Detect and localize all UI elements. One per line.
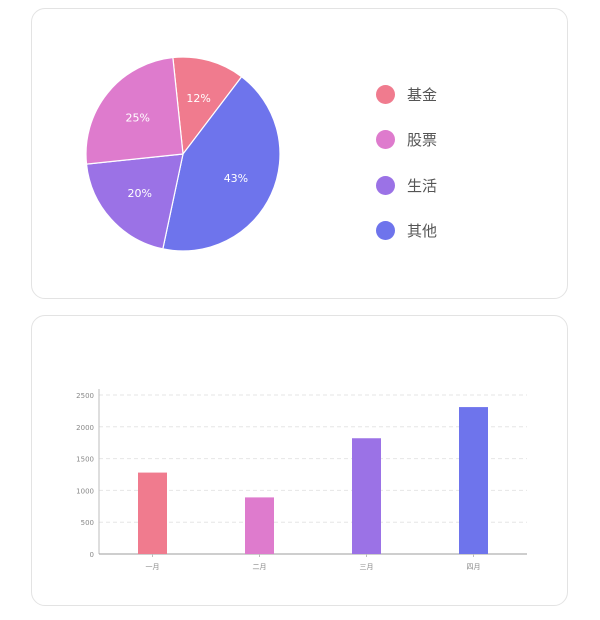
y-tick-label: 500: [81, 519, 94, 527]
x-tick-label: 二月: [253, 563, 267, 571]
y-tick-label: 2000: [76, 424, 94, 432]
legend-label: 基金: [407, 85, 438, 104]
pie-slice-label: 43%: [224, 172, 248, 185]
legend-item-other[interactable]: 其他: [376, 218, 437, 242]
x-tick-label: 四月: [467, 563, 481, 571]
bar[interactable]: [245, 497, 274, 554]
legend-swatch: [376, 84, 395, 104]
legend-label: 生活: [407, 176, 438, 195]
pie-slice-label: 20%: [128, 187, 152, 200]
legend-label: 股票: [407, 130, 438, 149]
x-tick-label: 一月: [146, 563, 160, 571]
legend-swatch: [376, 220, 395, 240]
bar[interactable]: [138, 472, 167, 554]
legend-swatch: [376, 129, 395, 149]
legend-swatch: [376, 175, 395, 195]
legend-item-stocks[interactable]: 股票: [376, 127, 437, 151]
pie-slice-label: 25%: [126, 111, 150, 124]
y-tick-label: 2500: [76, 392, 94, 400]
bar-chart: 0 500 1000 1500 2000 2500 一月 二月 三月 四月: [76, 389, 527, 571]
pie-slice-label: 12%: [186, 92, 210, 105]
x-tick-label: 三月: [360, 563, 374, 571]
y-tick-label: 1000: [76, 487, 94, 495]
pie-chart: 12% 43% 20% 25%: [85, 56, 281, 252]
legend-item-fund[interactable]: 基金: [376, 82, 437, 106]
bar-chart-card: 0 500 1000 1500 2000 2500 一月 二月 三月 四月: [31, 315, 568, 606]
pie-chart-card: 12% 43% 20% 25% 基金 股票 生活 其他: [31, 8, 568, 299]
bar[interactable]: [352, 438, 381, 554]
legend-item-living[interactable]: 生活: [376, 173, 437, 197]
bar[interactable]: [459, 407, 488, 554]
legend-label: 其他: [407, 221, 438, 240]
y-tick-label: 1500: [76, 456, 94, 464]
y-tick-label: 0: [90, 551, 94, 559]
